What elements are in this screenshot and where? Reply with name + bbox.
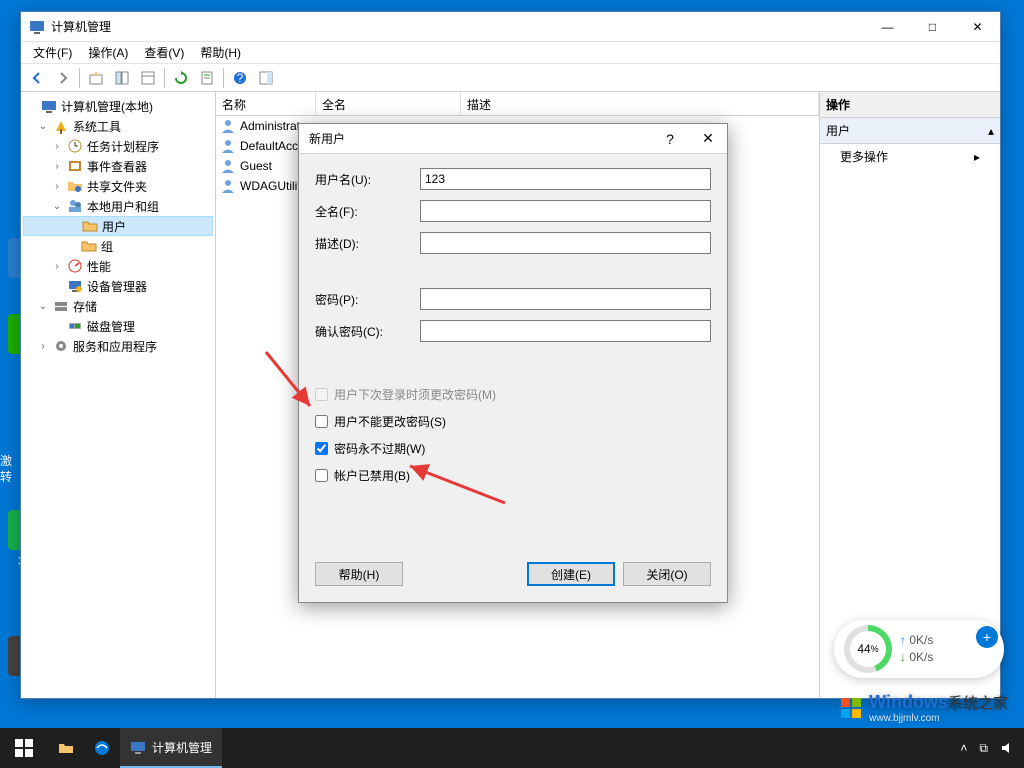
create-button[interactable]: 创建(E) xyxy=(527,562,615,586)
svg-text:?: ? xyxy=(237,71,244,85)
menu-action[interactable]: 操作(A) xyxy=(80,42,136,63)
tray-network-icon[interactable]: ⧉ xyxy=(979,741,988,756)
col-name[interactable]: 名称 xyxy=(216,92,316,115)
usage-ring: 44% xyxy=(844,625,892,673)
collapse-icon: ▴ xyxy=(988,124,994,138)
taskbar-edge[interactable] xyxy=(84,728,120,768)
chk-disabled-box[interactable] xyxy=(315,469,328,482)
properties-button[interactable] xyxy=(195,66,219,90)
widget-plus-button[interactable]: + xyxy=(976,626,998,648)
refresh-button[interactable] xyxy=(169,66,193,90)
chk-disabled[interactable]: 帐户已禁用(B) xyxy=(315,467,711,484)
tree-event-viewer[interactable]: ›事件查看器 xyxy=(23,156,213,176)
actions-header: 操作 xyxy=(820,92,1000,118)
list-header: 名称 全名 描述 xyxy=(216,92,819,116)
arrow-down-icon: ↓ xyxy=(900,650,906,664)
maximize-button[interactable]: □ xyxy=(910,12,955,41)
dialog-help-button[interactable]: ? xyxy=(651,124,689,153)
actions-pane: 操作 用户▴ 更多操作▸ xyxy=(820,92,1000,698)
password-input[interactable] xyxy=(420,288,711,310)
tree-disk-management[interactable]: 磁盘管理 xyxy=(23,316,213,336)
tree-device-manager[interactable]: 设备管理器 xyxy=(23,276,213,296)
export-list-button[interactable] xyxy=(136,66,160,90)
chk-cannot-change-box[interactable] xyxy=(315,415,328,428)
taskbar[interactable]: 计算机管理 ˄ ⧉ xyxy=(0,728,1024,768)
menu-file[interactable]: 文件(F) xyxy=(25,42,80,63)
tree-groups[interactable]: 组 xyxy=(23,236,213,256)
menubar: 文件(F) 操作(A) 查看(V) 帮助(H) xyxy=(21,42,1000,64)
forward-button[interactable] xyxy=(51,66,75,90)
desc-label: 描述(D): xyxy=(315,235,420,252)
menu-help[interactable]: 帮助(H) xyxy=(192,42,249,63)
up-button[interactable] xyxy=(84,66,108,90)
action-pane-button[interactable] xyxy=(254,66,278,90)
tree-users[interactable]: 用户 xyxy=(23,216,213,236)
edge-icon xyxy=(94,740,110,756)
minimize-button[interactable]: — xyxy=(865,12,910,41)
new-user-dialog: 新用户 ? ✕ 用户名(U): 全名(F): 描述(D): 密码(P): 确认密… xyxy=(298,123,728,603)
dialog-titlebar[interactable]: 新用户 ? ✕ xyxy=(299,124,727,154)
menu-view[interactable]: 查看(V) xyxy=(136,42,192,63)
tree-storage[interactable]: ⌄存储 xyxy=(23,296,213,316)
chk-cannot-change[interactable]: 用户不能更改密码(S) xyxy=(315,413,711,430)
taskbar-mmc[interactable]: 计算机管理 xyxy=(120,728,222,768)
chk-must-change: 用户下次登录时须更改密码(M) xyxy=(315,386,711,403)
actions-section-users[interactable]: 用户▴ xyxy=(820,118,1000,144)
taskbar-explorer[interactable] xyxy=(48,728,84,768)
desc-input[interactable] xyxy=(420,232,711,254)
chk-never-expires-box[interactable] xyxy=(315,442,328,455)
chevron-right-icon: ▸ xyxy=(974,150,980,164)
col-desc[interactable]: 描述 xyxy=(461,92,819,115)
username-label: 用户名(U): xyxy=(315,171,420,188)
tray-volume-icon[interactable] xyxy=(1000,741,1014,755)
close-button[interactable]: 关闭(O) xyxy=(623,562,711,586)
arrow-up-icon: ↑ xyxy=(900,633,906,647)
col-fullname[interactable]: 全名 xyxy=(316,92,461,115)
toolbar: ? xyxy=(21,64,1000,92)
watermark: Windows系统之家 www.bjjmlv.com xyxy=(839,692,1008,724)
fullname-input[interactable] xyxy=(420,200,711,222)
confirm-label: 确认密码(C): xyxy=(315,323,420,340)
password-label: 密码(P): xyxy=(315,291,420,308)
system-tray[interactable]: ˄ ⧉ xyxy=(960,741,1024,756)
show-hide-tree-button[interactable] xyxy=(110,66,134,90)
chk-must-change-box xyxy=(315,388,328,401)
start-button[interactable] xyxy=(0,728,48,768)
dialog-title: 新用户 xyxy=(309,130,651,147)
net-speeds: ↑ 0K/s ↓ 0K/s xyxy=(900,632,933,666)
tree-task-scheduler[interactable]: ›任务计划程序 xyxy=(23,136,213,156)
help-button[interactable]: ? xyxy=(228,66,252,90)
tree-shared-folders[interactable]: ›共享文件夹 xyxy=(23,176,213,196)
system-monitor-widget[interactable]: 44% ↑ 0K/s ↓ 0K/s + xyxy=(834,620,1004,678)
window-title: 计算机管理 xyxy=(51,18,865,35)
confirm-input[interactable] xyxy=(420,320,711,342)
username-input[interactable] xyxy=(420,168,711,190)
tree-system-tools[interactable]: ⌄系统工具 xyxy=(23,116,213,136)
tree-pane[interactable]: 计算机管理(本地) ⌄系统工具 ›任务计划程序 ›事件查看器 ›共享文件夹 ⌄本… xyxy=(21,92,216,698)
tree-performance[interactable]: ›性能 xyxy=(23,256,213,276)
tray-chevron-icon[interactable]: ˄ xyxy=(960,741,967,755)
titlebar[interactable]: 计算机管理 — □ ✕ xyxy=(21,12,1000,42)
close-button[interactable]: ✕ xyxy=(955,12,1000,41)
tree-root[interactable]: 计算机管理(本地) xyxy=(23,96,213,116)
tree-local-users[interactable]: ⌄本地用户和组 xyxy=(23,196,213,216)
help-button[interactable]: 帮助(H) xyxy=(315,562,403,586)
activate-watermark: 激转 xyxy=(0,454,12,485)
windows-start-icon xyxy=(15,739,33,757)
folder-icon xyxy=(58,740,74,756)
windows-logo-icon xyxy=(839,696,863,720)
back-button[interactable] xyxy=(25,66,49,90)
actions-more[interactable]: 更多操作▸ xyxy=(820,144,1000,169)
mmc-icon xyxy=(130,739,146,755)
chk-never-expires[interactable]: 密码永不过期(W) xyxy=(315,440,711,457)
tree-services-apps[interactable]: ›服务和应用程序 xyxy=(23,336,213,356)
fullname-label: 全名(F): xyxy=(315,203,420,220)
app-icon xyxy=(29,19,45,35)
dialog-close-button[interactable]: ✕ xyxy=(689,124,727,153)
